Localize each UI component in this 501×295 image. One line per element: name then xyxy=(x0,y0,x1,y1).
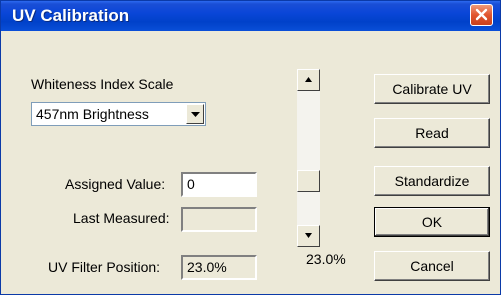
uv-filter-scrollbar[interactable] xyxy=(297,69,320,247)
title-bar[interactable]: UV Calibration xyxy=(1,1,500,31)
assigned-value-label: Assigned Value: xyxy=(65,176,166,192)
close-button[interactable] xyxy=(470,4,493,26)
uv-filter-position-label: UV Filter Position: xyxy=(48,259,161,275)
chevron-down-icon xyxy=(191,112,200,117)
last-measured-label: Last Measured: xyxy=(73,210,170,226)
assigned-value-input[interactable]: 0 xyxy=(181,172,257,197)
arrow-down-icon xyxy=(305,233,312,238)
calibrate-uv-button[interactable]: Calibrate UV xyxy=(374,74,490,104)
uv-filter-position-field: 23.0% xyxy=(181,255,257,280)
window-title: UV Calibration xyxy=(12,6,130,25)
read-button[interactable]: Read xyxy=(374,118,490,148)
scroll-value-readout: 23.0% xyxy=(306,251,346,267)
dropdown-button[interactable] xyxy=(186,104,204,124)
uv-filter-position-value: 23.0% xyxy=(187,259,227,275)
uv-calibration-dialog: UV Calibration Whiteness Index Scale 457… xyxy=(0,0,501,295)
arrow-up-icon xyxy=(305,77,312,82)
scroll-thumb[interactable] xyxy=(297,170,320,192)
close-icon xyxy=(475,8,488,21)
whiteness-index-scale-label: Whiteness Index Scale xyxy=(31,76,174,92)
standardize-button[interactable]: Standardize xyxy=(374,166,490,196)
scroll-down-button[interactable] xyxy=(297,225,320,247)
last-measured-field xyxy=(181,207,257,232)
whiteness-scale-selected: 457nm Brightness xyxy=(36,106,149,122)
scroll-up-button[interactable] xyxy=(297,69,320,91)
assigned-value-text: 0 xyxy=(187,176,195,192)
cancel-button[interactable]: Cancel xyxy=(374,251,490,281)
ok-button[interactable]: OK xyxy=(374,207,490,237)
whiteness-scale-dropdown[interactable]: 457nm Brightness xyxy=(31,102,206,126)
